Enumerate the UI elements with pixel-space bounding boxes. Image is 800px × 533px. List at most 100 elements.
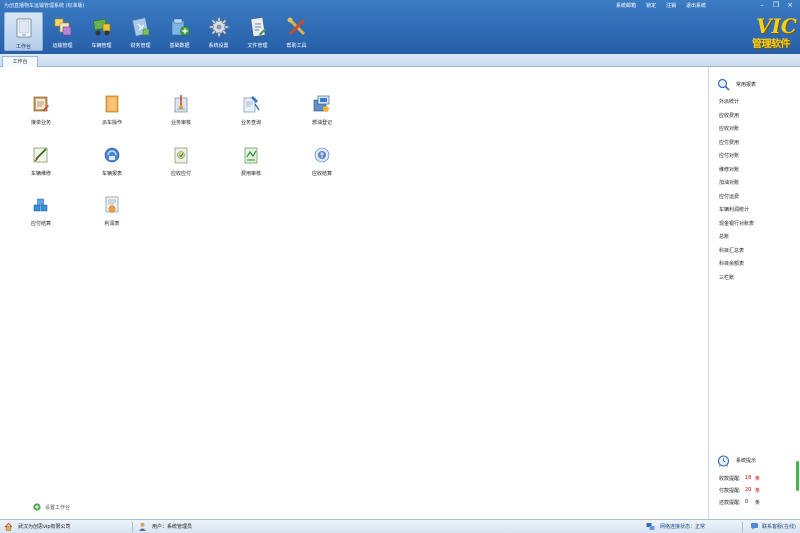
toolbar-label: 财务管理: [130, 43, 151, 49]
app-title: 为创直播物车运输管理系统 (标准版): [4, 3, 85, 9]
workbench-item-receivable-settle[interactable]: 应收结算: [297, 145, 347, 177]
title-bar: 为创直播物车运输管理系统 (标准版) 系统邮箱 锁定 注销 退出系统 – ❐ ×…: [0, 0, 800, 54]
toolbar-vehicle-button[interactable]: 车辆管理: [82, 12, 121, 51]
expense-audit-icon: [244, 147, 258, 164]
mailbox-link[interactable]: 系统邮箱: [616, 2, 636, 9]
tools-icon: [287, 17, 305, 36]
workbench-item-label: 业务查询: [240, 120, 261, 126]
tip-value: 18: [745, 475, 752, 481]
tip-label: 付款提醒:: [719, 488, 741, 494]
report-item[interactable]: 应收费用: [719, 112, 754, 126]
tips-title: 系统提示: [736, 458, 757, 464]
workbench-item-label: 车辆报表: [101, 171, 122, 177]
report-item[interactable]: 应收对账: [719, 125, 754, 139]
tip-label: 收款提醒:: [719, 476, 741, 482]
workbench-item-label: 应收应付: [170, 171, 191, 177]
workbench-item-profit[interactable]: 利润表: [87, 195, 137, 227]
receivable-icon: [174, 147, 188, 164]
toolbar-help-button[interactable]: 帮助工具: [277, 12, 316, 51]
basedata-icon: [171, 18, 190, 36]
query-icon: [243, 96, 260, 113]
workbench-item-receivable[interactable]: 应收应付: [156, 145, 206, 177]
vehicle-icon: [92, 18, 110, 36]
report-item[interactable]: 现金银行对账表: [719, 220, 754, 234]
workbench-item-dispatch[interactable]: 派车操作: [87, 94, 137, 126]
report-item[interactable]: 加油对账: [719, 179, 754, 193]
payable-settle-icon: [33, 198, 48, 212]
panel-scrollbar[interactable]: [796, 461, 799, 491]
top-links: 系统邮箱 锁定 注销 退出系统: [616, 2, 706, 9]
report-item[interactable]: 三栏账: [719, 274, 754, 288]
report-item[interactable]: 应付对账: [719, 152, 754, 166]
workbench-item-label: 派车操作: [101, 120, 122, 126]
toolbar-settings-button[interactable]: 系统设置: [199, 12, 238, 51]
toolbar-workbench-button[interactable]: 工作台: [4, 12, 43, 51]
report-item[interactable]: 车辆利润统计: [719, 206, 754, 220]
workbench-item-label: 应付结算: [30, 221, 51, 227]
tip-unit: 条: [755, 476, 761, 482]
fuel-icon: [313, 95, 330, 112]
vic-logo: VIC 管理软件: [746, 14, 797, 50]
logout-link[interactable]: 注销: [666, 2, 676, 9]
workbench-item-fuel[interactable]: 燃油登记: [297, 94, 347, 126]
status-feedback[interactable]: 联系客服(在线): [750, 522, 796, 531]
toolbar-files-button[interactable]: 文件管理: [238, 12, 277, 51]
file-icon: [250, 17, 266, 37]
workbench-item-expense-audit[interactable]: 费用审核: [226, 145, 276, 177]
workbench-item-audit[interactable]: 业务审核: [156, 94, 206, 126]
tab-workbench[interactable]: 工作台: [2, 56, 38, 67]
restore-button[interactable]: ❐: [771, 1, 781, 9]
close-button[interactable]: ×: [785, 1, 795, 9]
alarm-clock-icon: [717, 455, 730, 467]
add-icon: [33, 503, 41, 511]
toolbar-basedata-button[interactable]: 基础数据: [160, 12, 199, 51]
report-item[interactable]: 外派统计: [719, 98, 754, 112]
tips-header: 系统提示: [717, 454, 756, 467]
network-icon: [646, 523, 655, 530]
toolbar-label: 系统设置: [208, 43, 229, 49]
repair-icon: [33, 147, 48, 163]
chat-icon: [751, 523, 758, 530]
toolbar-finance-button[interactable]: 财务管理: [121, 12, 160, 51]
company-name: 武汉为创思vip有限公司: [18, 524, 71, 530]
setup-workbench-link[interactable]: 设置工作台: [33, 503, 70, 511]
right-panel: 常用报表 外派统计 应收费用 应收对账 应付费用 应付对账 维修对账 加油对账 …: [708, 67, 800, 519]
report-item[interactable]: 应付费用: [719, 139, 754, 153]
network-status: 网络连接状态：正常: [660, 524, 706, 530]
tip-repayment[interactable]: 还款提醒: 0 条: [719, 499, 760, 511]
feedback-label: 联系客服(在线): [762, 524, 796, 530]
window-controls: – ❐ ×: [757, 1, 795, 9]
setup-workbench-label: 设置工作台: [45, 504, 71, 511]
report-item[interactable]: 应付运费: [719, 193, 754, 207]
workbench-icon: [16, 18, 31, 38]
report-list: 外派统计 应收费用 应收对账 应付费用 应付对账 维修对账 加油对账 应付运费 …: [719, 98, 754, 287]
tab-bar: 工作台: [0, 54, 800, 67]
workbench-item-repair[interactable]: 车辆维修: [16, 145, 66, 177]
workbench-item-order[interactable]: 接单业务: [16, 94, 66, 126]
dispatch-icon: [105, 95, 119, 113]
workbench-item-label: 应收结算: [311, 171, 332, 177]
reports-title: 常用报表: [736, 82, 757, 88]
minimize-button[interactable]: –: [757, 1, 767, 9]
status-bar: 武汉为创思vip有限公司 用户：系统管理员 网络连接状态：正常 联系客服(在线): [0, 519, 800, 533]
tip-label: 还款提醒:: [719, 500, 741, 506]
lock-link[interactable]: 锁定: [646, 2, 656, 9]
report-item[interactable]: 维修对账: [719, 166, 754, 180]
toolbar-label: 运输管理: [52, 43, 73, 49]
toolbar-transport-button[interactable]: 运输管理: [43, 12, 82, 51]
workbench-item-label: 费用审核: [240, 171, 261, 177]
finance-icon: [131, 17, 149, 37]
reports-header: 常用报表: [717, 78, 756, 91]
home-icon: [4, 522, 13, 531]
report-item[interactable]: 总账: [719, 233, 754, 247]
receivable-settle-icon: [314, 147, 330, 163]
workbench-item-payable-settle[interactable]: 应付结算: [16, 195, 66, 227]
exit-link[interactable]: 退出系统: [686, 2, 706, 9]
tip-payment[interactable]: 付款提醒: 20 条: [719, 487, 760, 499]
report-item[interactable]: 科目余额表: [719, 260, 754, 274]
user-icon: [139, 522, 146, 531]
report-item[interactable]: 科目汇总表: [719, 247, 754, 261]
workbench-item-vehicle-report[interactable]: 车辆报表: [87, 145, 137, 177]
workbench-item-query[interactable]: 业务查询: [226, 94, 276, 126]
tip-receipt[interactable]: 收款提醒: 18 条: [719, 475, 760, 487]
